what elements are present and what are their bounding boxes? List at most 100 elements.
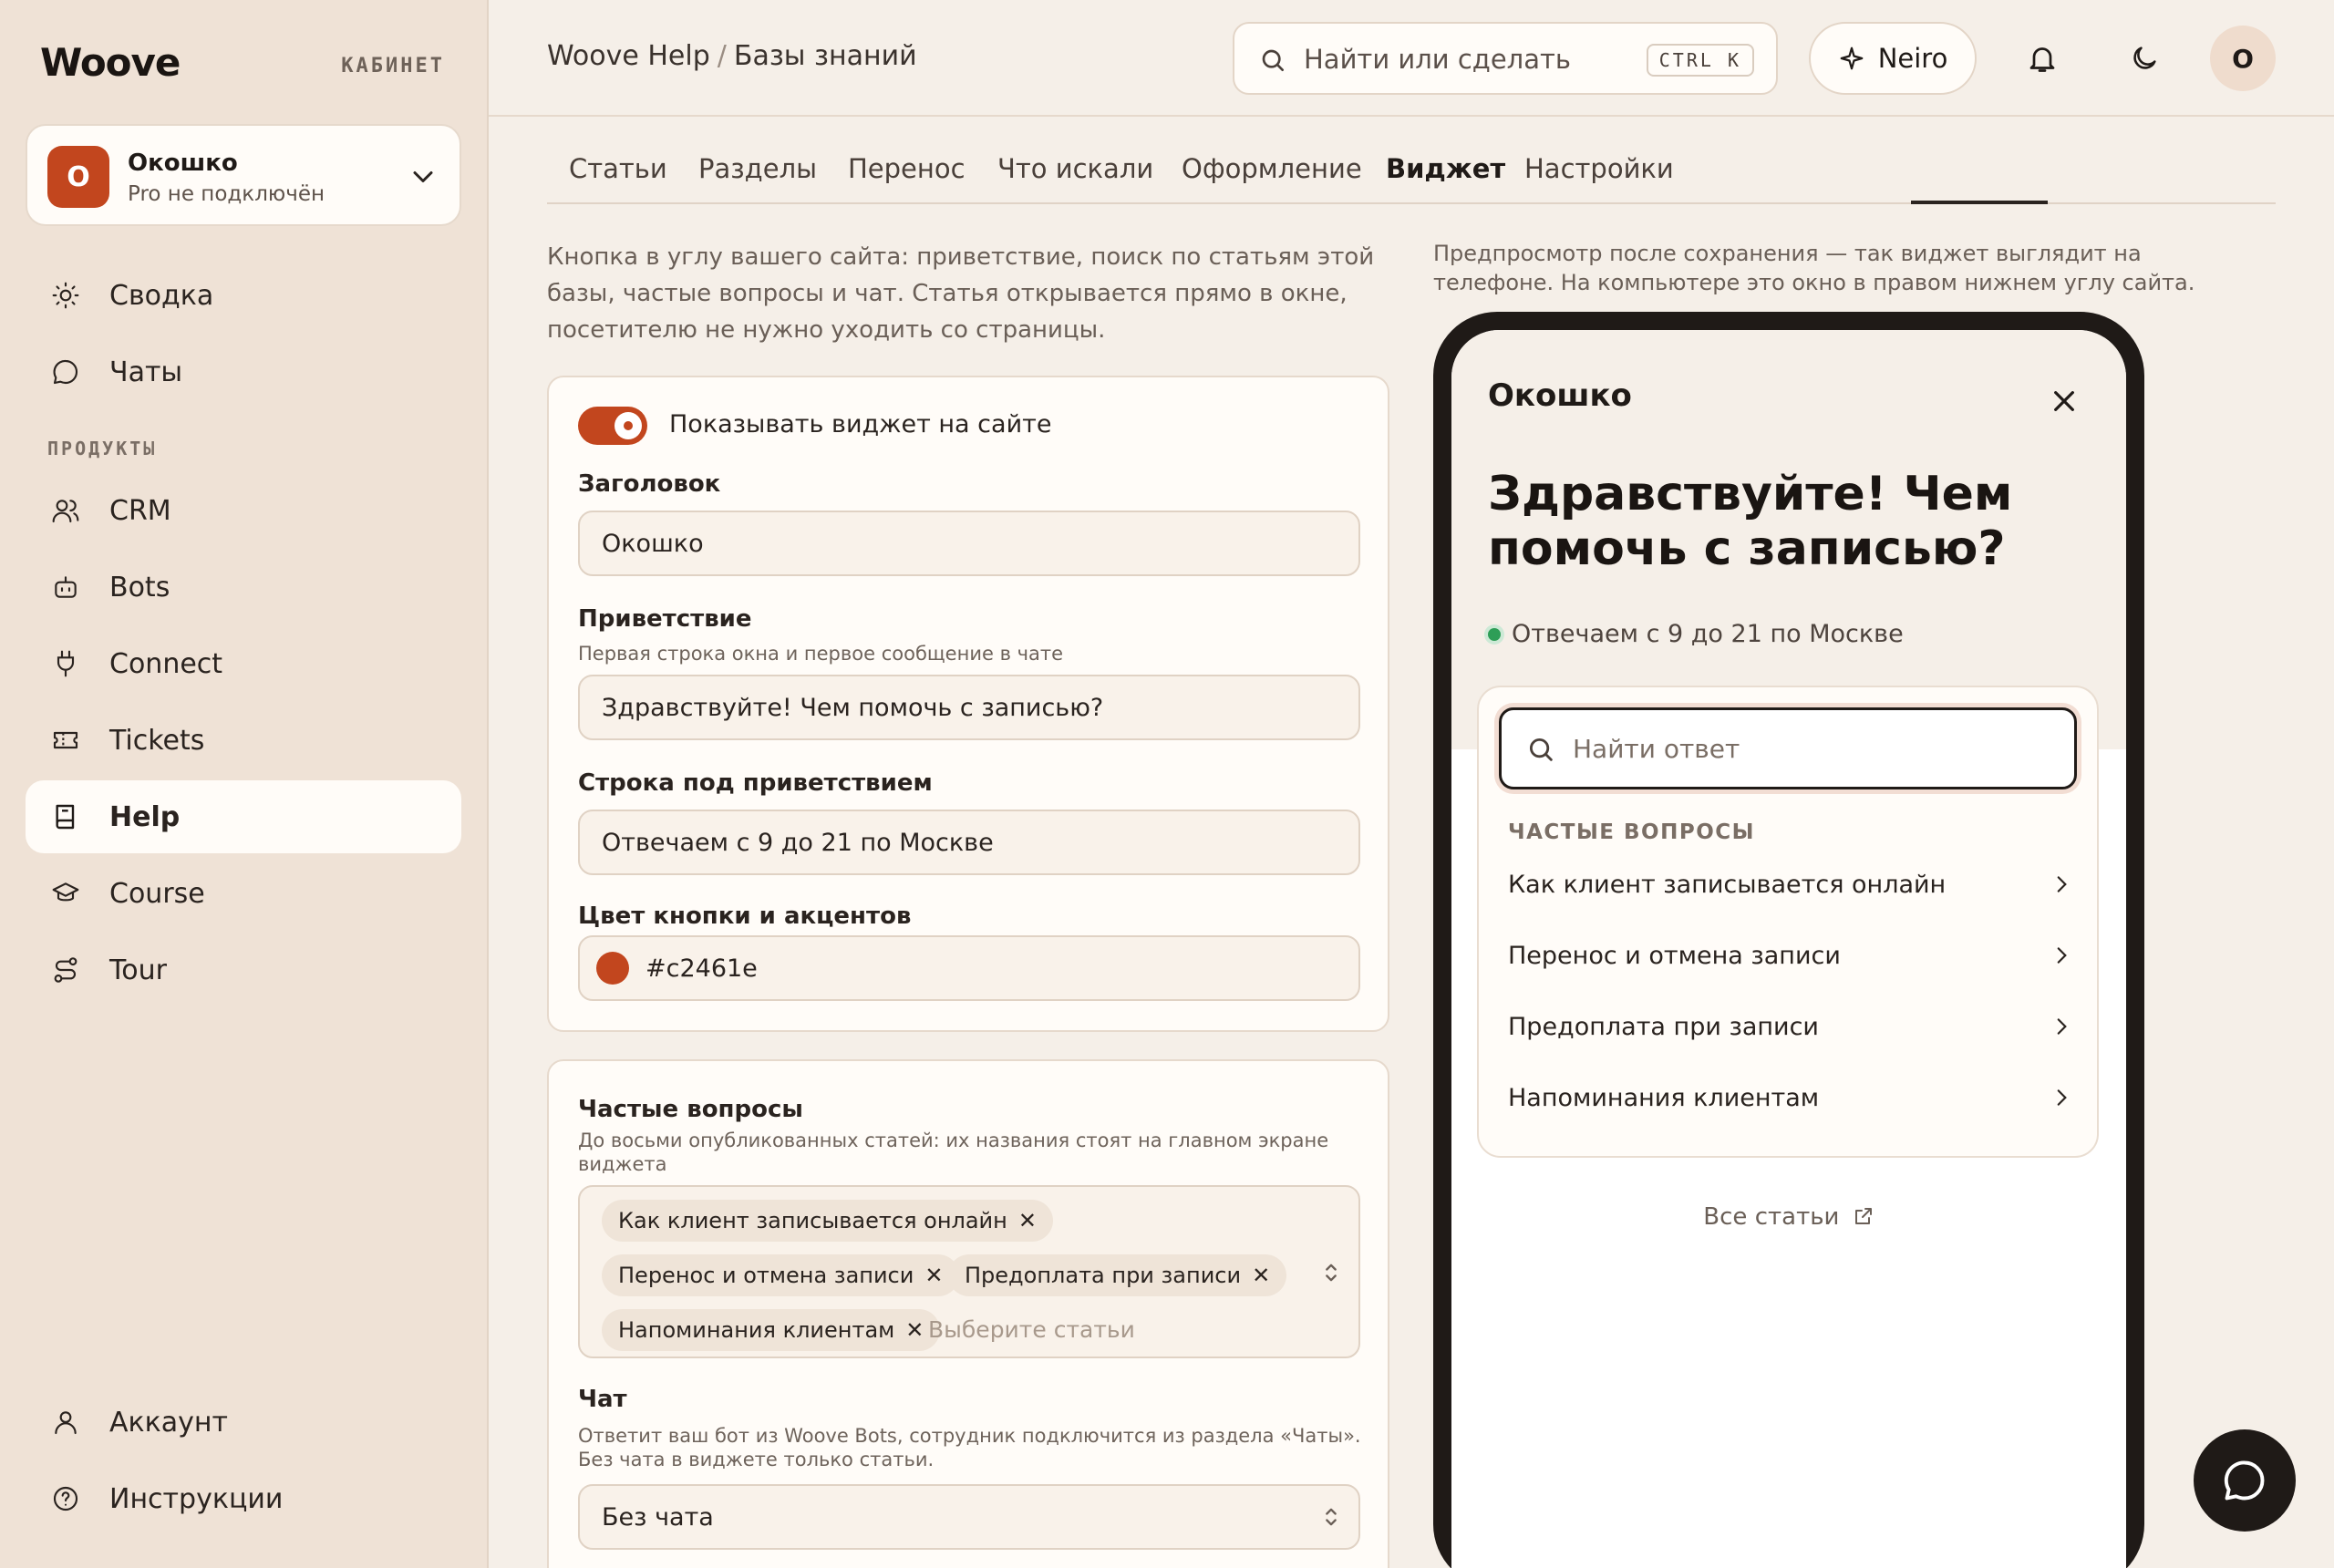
faq-chip: Напоминания клиентам ✕ <box>602 1309 941 1351</box>
widget-faq-item[interactable]: Как клиент записывается онлайн <box>1508 857 2073 912</box>
chat-launcher-button[interactable] <box>2194 1429 2296 1532</box>
users-icon <box>49 494 82 527</box>
breadcrumb-item[interactable]: Woove Help <box>547 40 710 72</box>
bell-icon <box>2029 47 2055 72</box>
chevron-right-icon <box>2057 1018 2067 1035</box>
breadcrumb-item-current: Базы знаний <box>733 40 917 72</box>
sidebar-item-label: Bots <box>109 571 170 603</box>
widget-faq-item[interactable]: Предоплата при записи <box>1508 999 2073 1054</box>
external-link-icon <box>1854 1208 1872 1224</box>
notifications-button[interactable] <box>2020 36 2064 80</box>
chip-label: Как клиент записывается онлайн <box>618 1208 1007 1233</box>
sidebar-item-label: Сводка <box>109 279 214 312</box>
search-placeholder: Найти или сделать <box>1304 44 1571 75</box>
tab-sections[interactable]: Разделы <box>698 153 817 184</box>
top-bar: Woove Help / Базы знаний Найти или сделать… <box>489 0 2334 117</box>
close-icon[interactable]: ✕ <box>1252 1263 1270 1288</box>
all-articles-link[interactable]: Все статьи <box>1451 1203 2126 1231</box>
neiro-label: Neiro <box>1877 43 1948 74</box>
show-widget-toggle[interactable] <box>578 407 647 445</box>
show-widget-label: Показывать виджет на сайте <box>669 410 1052 438</box>
faq-chip: Как клиент записывается онлайн ✕ <box>602 1200 1053 1242</box>
chevron-right-icon <box>2057 947 2067 964</box>
section-label-products: ПРОДУКТЫ <box>47 438 158 459</box>
help-circle-icon <box>49 1482 82 1515</box>
greeting-hint: Первая строка окна и первое сообщение в … <box>578 643 1064 665</box>
chat-icon <box>49 356 82 388</box>
moon-icon <box>2133 46 2156 69</box>
color-label: Цвет кнопки и акцентов <box>578 903 912 930</box>
sidebar-item-bots[interactable]: Bots <box>26 551 461 624</box>
chevron-updown-icon <box>1326 1508 1337 1526</box>
faq-hint: До восьми опубликованных статей: их назв… <box>578 1130 1329 1175</box>
tab-migration[interactable]: Перенос <box>848 153 966 184</box>
sidebar-item-summary[interactable]: Сводка <box>26 259 461 332</box>
breadcrumb: Woove Help / Базы знаний <box>547 40 917 72</box>
widget-preview-screen: Окошко Здравствуйте! Чем помочь с запись… <box>1451 330 2126 1568</box>
widget-faq-heading: ЧАСТЫЕ ВОПРОСЫ <box>1508 820 1755 844</box>
chevron-right-icon <box>2057 1089 2067 1106</box>
sidebar-item-instructions[interactable]: Инструкции <box>26 1462 461 1535</box>
neiro-button[interactable]: Neiro <box>1809 22 1977 95</box>
sidebar-item-crm[interactable]: CRM <box>26 474 461 547</box>
tab-searched[interactable]: Что искали <box>997 153 1153 184</box>
tab-settings[interactable]: Настройки <box>1524 153 1674 184</box>
search-icon <box>1262 49 1284 71</box>
widget-faq-item[interactable]: Перенос и отмена записи <box>1508 928 2073 983</box>
tab-widget[interactable]: Виджет <box>1386 153 1505 184</box>
theme-toggle-button[interactable] <box>2122 36 2166 80</box>
online-status-dot <box>1488 627 1501 641</box>
sidebar-item-course[interactable]: Course <box>26 857 461 930</box>
chip-label: Предоплата при записи <box>965 1263 1242 1288</box>
tab-appearance[interactable]: Оформление <box>1182 153 1362 184</box>
faq-chat-card: Частые вопросы До восьми опубликованных … <box>547 1059 1389 1568</box>
tab-articles[interactable]: Статьи <box>569 153 667 184</box>
greeting-input[interactable]: Здравствуйте! Чем помочь с записью? <box>578 675 1360 740</box>
subline-label: Строка под приветствием <box>578 769 933 797</box>
org-switcher[interactable]: О Окошко Pro не подключён <box>26 124 461 226</box>
widget-faq-card: Найти ответ ЧАСТЫЕ ВОПРОСЫ Как клиент за… <box>1477 686 2099 1158</box>
app-logo[interactable]: Woove <box>40 40 181 85</box>
title-input[interactable]: Окошко <box>578 511 1360 576</box>
global-search-input[interactable]: Найти или сделать CTRL K <box>1233 22 1778 95</box>
sidebar-item-help[interactable]: Help <box>26 780 461 853</box>
sidebar-item-label: Help <box>109 800 181 833</box>
close-icon[interactable]: ✕ <box>924 1263 943 1288</box>
widget-settings-card: Показывать виджет на сайте Заголовок Око… <box>547 376 1389 1032</box>
user-avatar[interactable]: О <box>2210 26 2276 91</box>
sidebar-item-label: Tickets <box>109 724 205 757</box>
org-avatar: О <box>47 146 109 208</box>
org-name: Окошко <box>128 150 238 177</box>
faq-label: Частые вопросы <box>578 1096 803 1123</box>
sidebar-item-tour[interactable]: Tour <box>26 934 461 1006</box>
sidebar-item-label: Course <box>109 877 205 910</box>
all-articles-label: Все статьи <box>1703 1203 1840 1231</box>
faq-item-label: Напоминания клиентам <box>1508 1083 1820 1112</box>
sidebar-item-chats[interactable]: Чаты <box>26 335 461 408</box>
chat-select[interactable]: Без чата <box>578 1484 1360 1550</box>
sidebar-item-connect[interactable]: Connect <box>26 627 461 700</box>
bot-icon <box>49 571 82 603</box>
search-icon <box>1529 738 1553 761</box>
chat-select-value: Без чата <box>602 1502 714 1532</box>
sidebar-item-tickets[interactable]: Tickets <box>26 704 461 777</box>
sidebar-item-account[interactable]: Аккаунт <box>26 1386 461 1459</box>
route-icon <box>49 954 82 986</box>
subline-input[interactable]: Отвечаем с 9 до 21 по Москве <box>578 810 1360 875</box>
close-icon[interactable]: ✕ <box>905 1317 924 1343</box>
widget-faq-item[interactable]: Напоминания клиентам <box>1508 1070 2073 1125</box>
user-icon <box>49 1406 82 1439</box>
plug-icon <box>49 647 82 680</box>
widget-greeting: Здравствуйте! Чем помочь с записью? <box>1488 467 2013 576</box>
close-icon[interactable]: ✕ <box>1018 1208 1037 1233</box>
faq-multiselect[interactable]: Как клиент записывается онлайн ✕ Перенос … <box>578 1185 1360 1358</box>
close-icon[interactable] <box>2050 387 2079 416</box>
org-plan: Pro не подключён <box>128 182 325 206</box>
sidebar-item-label: Tour <box>109 954 167 986</box>
color-input[interactable]: #c2461e <box>578 935 1360 1001</box>
keyboard-shortcut-badge: CTRL K <box>1646 44 1754 77</box>
widget-search-input[interactable]: Найти ответ <box>1499 707 2077 789</box>
chevron-updown-icon <box>1326 1264 1337 1282</box>
widget-status: Отвечаем с 9 до 21 по Москве <box>1488 620 1904 648</box>
color-swatch[interactable] <box>596 952 629 985</box>
